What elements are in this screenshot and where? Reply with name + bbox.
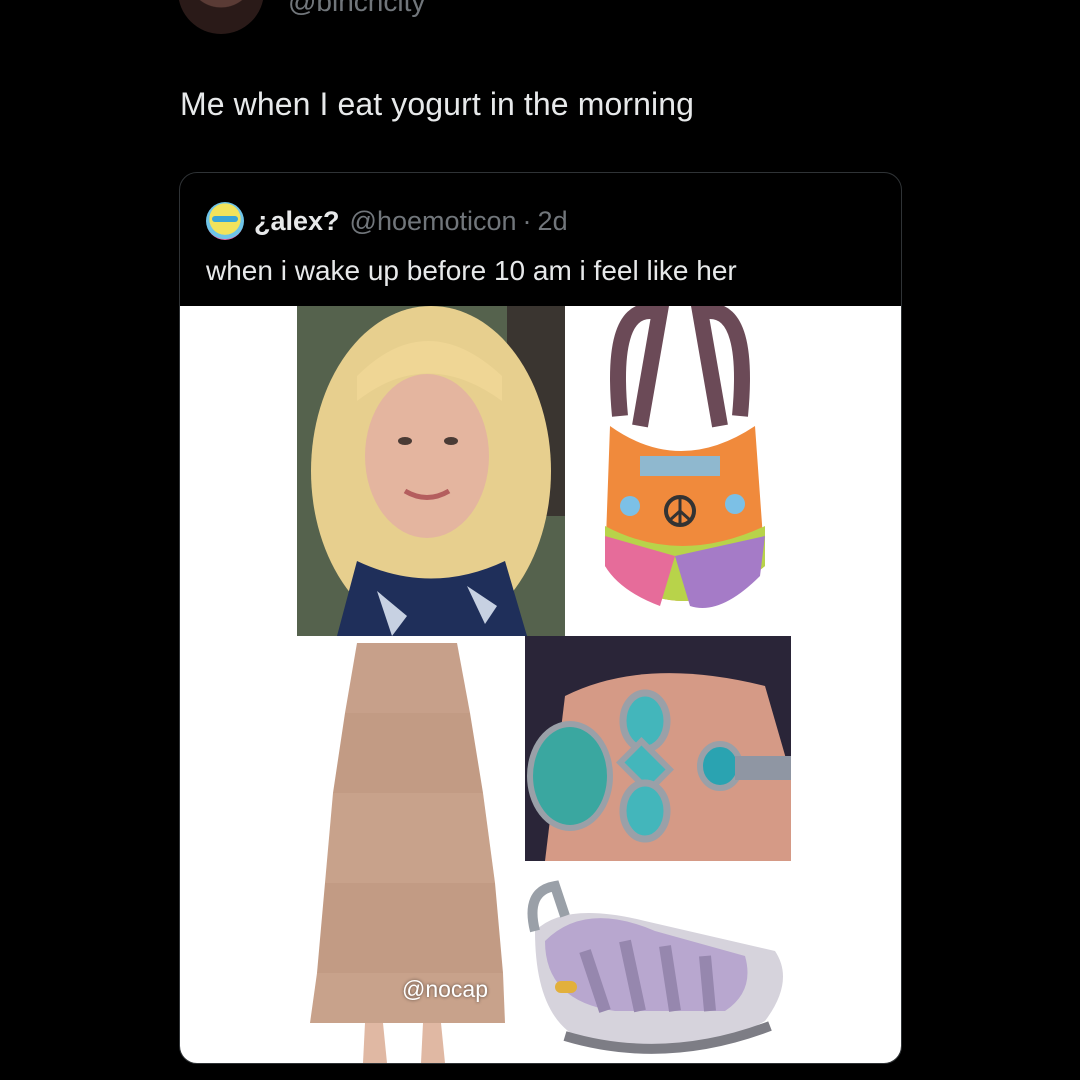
quoted-media[interactable]: @nocap	[180, 306, 901, 1063]
quoted-tweet-text: when i wake up before 10 am i feel like …	[206, 255, 737, 286]
quoted-tweet-card[interactable]: ¿alex? @hoemoticon · 2d when i wake up b…	[179, 172, 902, 1064]
quoted-tweet-header: ¿alex? @hoemoticon · 2d	[206, 201, 568, 241]
quoted-display-name[interactable]: ¿alex?	[254, 206, 340, 237]
quoted-separator: ·	[522, 205, 532, 236]
media-watermark: @nocap	[402, 976, 489, 1002]
author-handle[interactable]: @binchcity	[288, 0, 425, 18]
quoted-avatar[interactable]	[206, 202, 244, 240]
tweet-text: Me when I eat yogurt in the morning	[180, 86, 694, 122]
author-avatar[interactable]	[178, 0, 264, 34]
woman-portrait-svg	[297, 306, 565, 636]
rings-svg	[525, 636, 791, 861]
lavender-sandal-image	[525, 861, 795, 1063]
woman-portrait-image	[297, 306, 565, 636]
bag-svg	[605, 306, 765, 608]
quoted-timestamp[interactable]: 2d	[538, 206, 568, 237]
quoted-handle[interactable]: @hoemoticon	[350, 206, 517, 237]
sandal-svg	[527, 880, 783, 1054]
patchwork-bag-image	[580, 306, 780, 636]
turquoise-rings-image	[525, 636, 791, 861]
